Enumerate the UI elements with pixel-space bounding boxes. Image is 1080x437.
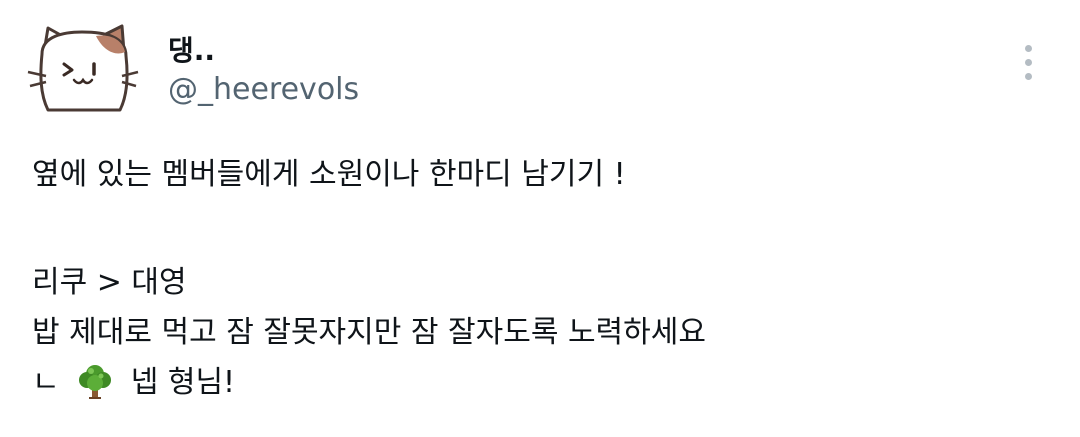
more-dot [1024,58,1032,66]
tweet-line-2: 리쿠 > 대영 [32,265,187,300]
more-dot [1024,72,1032,80]
tweet-card: 댕.. @_heerevols 옆에 있는 멤버들에게 소원이나 한마디 남기기… [0,0,1080,437]
cat-face-avatar-icon[interactable] [24,18,142,114]
reply-marker: ㄴ [32,365,60,400]
reply-text: 넵 형님! [130,365,236,400]
more-options-button[interactable] [1010,38,1046,86]
tweet-line-3: 밥 제대로 먹고 잠 잘못자지만 잠 잘자도록 노력하세요 [32,315,706,350]
tweet-text: 옆에 있는 멤버들에게 소원이나 한마디 남기기 ! 리쿠 > 대영 밥 제대로… [32,150,1052,408]
tweet-line-4: ㄴ 넵 형님! [32,358,1052,408]
more-options-vertical-icon [1024,44,1032,52]
display-name[interactable]: 댕.. [168,34,215,68]
deciduous-tree-emoji-icon [79,364,112,399]
user-handle[interactable]: @_heerevols [168,72,359,108]
tweet-line-1: 옆에 있는 멤버들에게 소원이나 한마디 남기기 ! [32,157,626,192]
